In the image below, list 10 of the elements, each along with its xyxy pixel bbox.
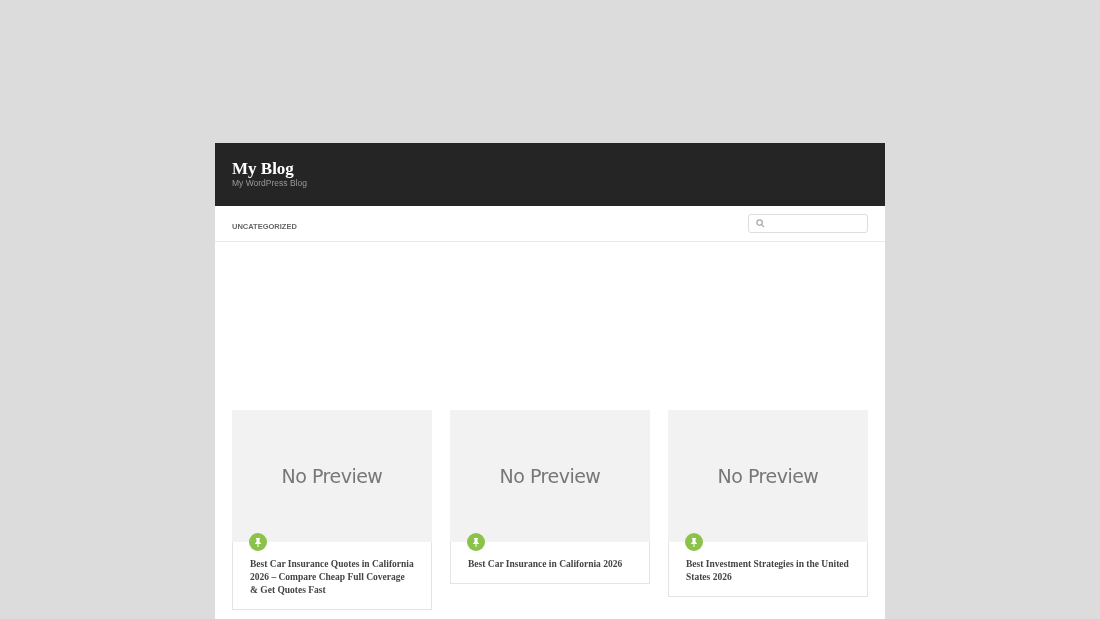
preview-placeholder[interactable]: No Preview: [232, 410, 432, 542]
preview-placeholder[interactable]: No Preview: [450, 410, 650, 542]
site-title[interactable]: My Blog: [232, 160, 868, 178]
preview-placeholder[interactable]: No Preview: [668, 410, 868, 542]
site-tagline: My WordPress Blog: [232, 178, 308, 189]
search-field[interactable]: [748, 214, 868, 233]
search-icon: [756, 219, 765, 228]
post-title[interactable]: Best Car Insurance Quotes in California 2026 – Compare Cheap Full Coverage & Get Quotes Fast: [250, 558, 414, 597]
post-title[interactable]: Best Car Insurance in California 2026: [468, 558, 632, 571]
post-title[interactable]: Best Investment Strategies in the United States 2026: [686, 558, 850, 584]
